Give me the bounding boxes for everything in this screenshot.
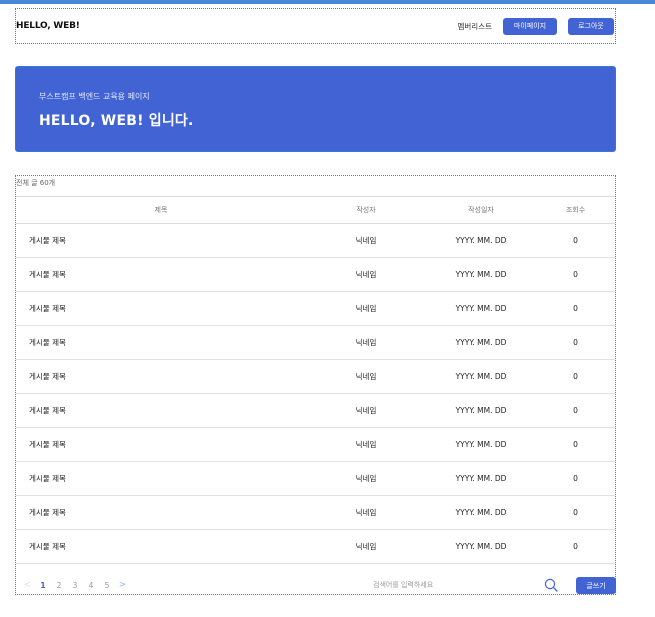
page-number-2[interactable]: 2 xyxy=(51,581,67,590)
column-header-author: 작성자 xyxy=(306,196,426,224)
table-row[interactable]: 게시물 제목 닉네임 YYYY. MM. DD 0 xyxy=(16,461,615,496)
post-views-cell: 0 xyxy=(536,359,615,394)
post-title-cell[interactable]: 게시물 제목 xyxy=(16,427,306,462)
total-post-count: 전체 글 60개 xyxy=(16,179,56,187)
post-board: 전체 글 60개 제목 작성자 작성일자 조회수 게시물 제목 닉네임 YYYY. … xyxy=(15,175,616,595)
post-table: 제목 작성자 작성일자 조회수 게시물 제목 닉네임 YYYY. MM. DD 0 게시… xyxy=(16,196,615,564)
column-header-views: 조회수 xyxy=(536,196,615,224)
post-title-cell[interactable]: 게시물 제목 xyxy=(16,495,306,530)
post-views-cell: 0 xyxy=(536,393,615,428)
post-title-cell[interactable]: 게시물 제목 xyxy=(16,325,306,360)
hero-subtitle: 부스트캠프 백엔드 교육용 페이지 xyxy=(39,92,150,101)
table-row[interactable]: 게시물 제목 닉네임 YYYY. MM. DD 0 xyxy=(16,291,615,326)
page-number-1[interactable]: 1 xyxy=(35,581,51,590)
post-views-cell: 0 xyxy=(536,257,615,292)
pagination: < 12345 > xyxy=(20,580,130,590)
post-rows: 게시물 제목 닉네임 YYYY. MM. DD 0 게시물 제목 닉네임 YYYY. MM.… xyxy=(16,223,615,564)
column-header-title: 제목 xyxy=(16,196,306,224)
post-date-cell: YYYY. MM. DD xyxy=(426,257,536,292)
post-date-cell: YYYY. MM. DD xyxy=(426,529,536,564)
post-title-cell[interactable]: 게시물 제목 xyxy=(16,291,306,326)
table-row[interactable]: 게시물 제목 닉네임 YYYY. MM. DD 0 xyxy=(16,257,615,292)
table-row[interactable]: 게시물 제목 닉네임 YYYY. MM. DD 0 xyxy=(16,223,615,258)
post-author-cell: 닉네임 xyxy=(306,461,426,496)
post-author-cell: 닉네임 xyxy=(306,257,426,292)
page-number-5[interactable]: 5 xyxy=(99,581,115,590)
prev-page-arrow-icon[interactable]: < xyxy=(20,580,35,590)
post-date-cell: YYYY. MM. DD xyxy=(426,291,536,326)
post-date-cell: YYYY. MM. DD xyxy=(426,223,536,258)
page-number-4[interactable]: 4 xyxy=(83,581,99,590)
table-row[interactable]: 게시물 제목 닉네임 YYYY. MM. DD 0 xyxy=(16,359,615,394)
post-views-cell: 0 xyxy=(536,325,615,360)
post-views-cell: 0 xyxy=(536,223,615,258)
post-author-cell: 닉네임 xyxy=(306,529,426,564)
post-author-cell: 닉네임 xyxy=(306,495,426,530)
hero-banner: 부스트캠프 백엔드 교육용 페이지 HELLO, WEB! 입니다. xyxy=(15,66,616,152)
post-date-cell: YYYY. MM. DD xyxy=(426,461,536,496)
post-date-cell: YYYY. MM. DD xyxy=(426,393,536,428)
table-row[interactable]: 게시물 제목 닉네임 YYYY. MM. DD 0 xyxy=(16,393,615,428)
site-logo[interactable]: HELLO, WEB! xyxy=(16,21,80,31)
logout-button[interactable]: 로그아웃 xyxy=(568,17,614,35)
post-author-cell: 닉네임 xyxy=(306,359,426,394)
page-number-list: 12345 xyxy=(35,581,115,590)
post-title-cell[interactable]: 게시물 제목 xyxy=(16,529,306,564)
table-row[interactable]: 게시물 제목 닉네임 YYYY. MM. DD 0 xyxy=(16,325,615,360)
post-date-cell: YYYY. MM. DD xyxy=(426,427,536,462)
hero-title: HELLO, WEB! 입니다. xyxy=(39,113,194,129)
post-author-cell: 닉네임 xyxy=(306,427,426,462)
search-icon[interactable] xyxy=(544,578,558,592)
mypage-button[interactable]: 마이페이지 xyxy=(503,17,557,35)
post-title-cell[interactable]: 게시물 제목 xyxy=(16,257,306,292)
table-header-row: 제목 작성자 작성일자 조회수 xyxy=(16,196,615,224)
search-input[interactable] xyxy=(316,575,566,595)
post-date-cell: YYYY. MM. DD xyxy=(426,359,536,394)
header-actions: 멤버리스트 마이페이지 로그아웃 xyxy=(458,17,614,35)
post-author-cell: 닉네임 xyxy=(306,291,426,326)
site-header: HELLO, WEB! 멤버리스트 마이페이지 로그아웃 xyxy=(15,8,616,44)
post-author-cell: 닉네임 xyxy=(306,393,426,428)
post-title-cell[interactable]: 게시물 제목 xyxy=(16,461,306,496)
page-number-3[interactable]: 3 xyxy=(67,581,83,590)
post-views-cell: 0 xyxy=(536,427,615,462)
table-row[interactable]: 게시물 제목 닉네임 YYYY. MM. DD 0 xyxy=(16,495,615,530)
post-views-cell: 0 xyxy=(536,529,615,564)
table-row[interactable]: 게시물 제목 닉네임 YYYY. MM. DD 0 xyxy=(16,427,615,462)
member-list-link[interactable]: 멤버리스트 xyxy=(458,21,493,32)
post-title-cell[interactable]: 게시물 제목 xyxy=(16,359,306,394)
post-views-cell: 0 xyxy=(536,495,615,530)
write-post-button[interactable]: 글쓰기 xyxy=(576,577,616,594)
post-title-cell[interactable]: 게시물 제목 xyxy=(16,393,306,428)
top-accent-bar xyxy=(0,0,655,4)
post-date-cell: YYYY. MM. DD xyxy=(426,495,536,530)
post-title-cell[interactable]: 게시물 제목 xyxy=(16,223,306,258)
post-author-cell: 닉네임 xyxy=(306,223,426,258)
next-page-arrow-icon[interactable]: > xyxy=(115,580,130,590)
post-views-cell: 0 xyxy=(536,291,615,326)
column-header-date: 작성일자 xyxy=(426,196,536,224)
table-row[interactable]: 게시물 제목 닉네임 YYYY. MM. DD 0 xyxy=(16,529,615,564)
post-views-cell: 0 xyxy=(536,461,615,496)
post-date-cell: YYYY. MM. DD xyxy=(426,325,536,360)
post-author-cell: 닉네임 xyxy=(306,325,426,360)
board-footer: < 12345 > 글쓰기 xyxy=(16,575,616,595)
